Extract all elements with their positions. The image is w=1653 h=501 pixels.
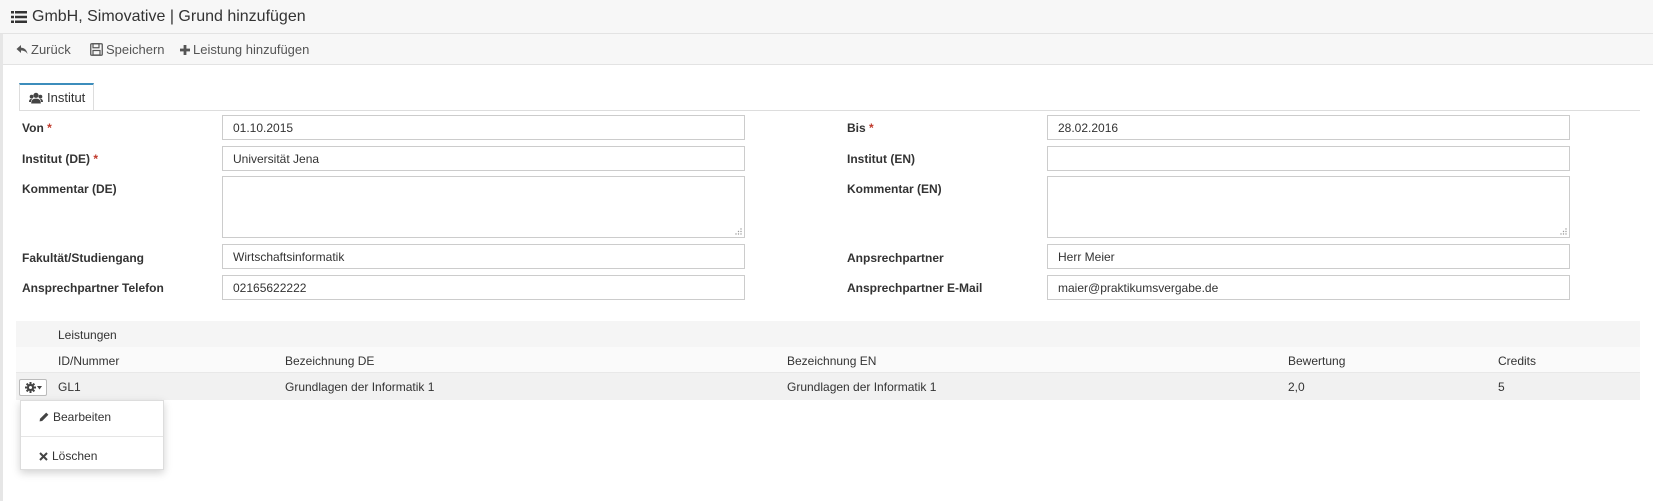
- floppy-icon: [90, 43, 103, 56]
- add-leistung-button[interactable]: Leistung hinzufügen: [180, 42, 309, 57]
- institut-de-label-text: Institut (DE): [22, 152, 90, 166]
- title-bar: GmbH, Simovative | Grund hinzufügen: [0, 0, 1653, 34]
- menu-item-delete-label: Löschen: [52, 449, 98, 463]
- email-field[interactable]: [1047, 275, 1570, 300]
- column-header-bezeichnung-en[interactable]: Bezeichnung EN: [787, 354, 876, 368]
- leistungen-title: Leistungen: [58, 328, 117, 342]
- table-row: GL1 Grundlagen der Informatik 1 Grundlag…: [16, 373, 1640, 400]
- required-marker: *: [47, 121, 52, 135]
- list-icon: [11, 11, 27, 23]
- email-label: Ansprechpartner E-Mail: [847, 281, 983, 295]
- institut-de-field[interactable]: [222, 146, 745, 171]
- bis-label: Bis *: [847, 121, 874, 135]
- cell-bezeichnung-de: Grundlagen der Informatik 1: [285, 380, 435, 394]
- column-header-bewertung[interactable]: Bewertung: [1288, 354, 1345, 368]
- bis-field[interactable]: [1047, 115, 1570, 140]
- leistungen-column-headers: ID/Nummer Bezeichnung DE Bezeichnung EN …: [16, 347, 1640, 373]
- column-header-id[interactable]: ID/Nummer: [58, 354, 119, 368]
- menu-item-delete[interactable]: Löschen: [21, 444, 163, 468]
- resize-grip-icon[interactable]: [1560, 228, 1567, 235]
- required-marker: *: [93, 152, 99, 166]
- kommentar-en-label: Kommentar (EN): [847, 182, 942, 196]
- von-field[interactable]: [222, 115, 745, 140]
- back-label: Zurück: [31, 42, 71, 57]
- column-header-bezeichnung-de[interactable]: Bezeichnung DE: [285, 354, 374, 368]
- caret-down-icon: [36, 385, 42, 389]
- telefon-field[interactable]: [222, 275, 745, 300]
- institut-en-label: Institut (EN): [847, 152, 915, 166]
- users-icon: [29, 92, 43, 103]
- plus-icon: [180, 44, 190, 55]
- save-label: Speichern: [106, 42, 165, 57]
- page-title: GmbH, Simovative | Grund hinzufügen: [32, 8, 306, 25]
- institut-de-label: Institut (DE) *: [22, 152, 98, 166]
- tab-divider: [19, 110, 1640, 111]
- telefon-label: Ansprechpartner Telefon: [22, 281, 164, 295]
- cell-bezeichnung-en: Grundlagen der Informatik 1: [787, 380, 937, 394]
- ansprechpartner-label: Anpsrechpartner: [847, 251, 944, 265]
- fakultaet-field[interactable]: [222, 244, 745, 269]
- required-marker: *: [869, 121, 874, 135]
- save-button[interactable]: Speichern: [90, 42, 165, 57]
- kommentar-de-label: Kommentar (DE): [22, 182, 117, 196]
- leistungen-header: Leistungen: [16, 321, 1640, 347]
- institut-en-field[interactable]: [1047, 146, 1570, 171]
- ansprechpartner-field[interactable]: [1047, 244, 1570, 269]
- column-header-credits[interactable]: Credits: [1498, 354, 1536, 368]
- von-label: Von *: [22, 121, 52, 135]
- tab-institut-label: Institut: [47, 90, 86, 105]
- row-actions-menu: Bearbeiten Löschen: [20, 400, 164, 470]
- times-icon: [39, 451, 48, 461]
- pencil-icon: [39, 412, 49, 422]
- cell-credits: 5: [1498, 380, 1505, 394]
- toolbar: Zurück Speichern Leistung hinzufügen: [0, 34, 1653, 65]
- bis-label-text: Bis: [847, 121, 866, 135]
- reply-icon: [16, 45, 28, 54]
- gear-icon: [24, 382, 36, 393]
- add-leistung-label: Leistung hinzufügen: [193, 42, 310, 57]
- kommentar-en-textarea[interactable]: [1047, 176, 1570, 238]
- resize-grip-icon[interactable]: [735, 228, 742, 235]
- tab-institut[interactable]: Institut: [19, 83, 95, 111]
- menu-divider: [21, 436, 163, 437]
- menu-item-edit-label: Bearbeiten: [53, 410, 112, 424]
- left-edge: [0, 34, 3, 501]
- menu-item-edit[interactable]: Bearbeiten: [21, 405, 163, 429]
- cell-bewertung: 2,0: [1288, 380, 1305, 394]
- kommentar-de-textarea[interactable]: [222, 176, 745, 238]
- von-label-text: Von: [22, 121, 44, 135]
- row-actions-button[interactable]: [19, 379, 47, 396]
- cell-id: GL1: [58, 380, 81, 394]
- fakultaet-label: Fakultät/Studiengang: [22, 251, 145, 265]
- back-button[interactable]: Zurück: [16, 42, 71, 57]
